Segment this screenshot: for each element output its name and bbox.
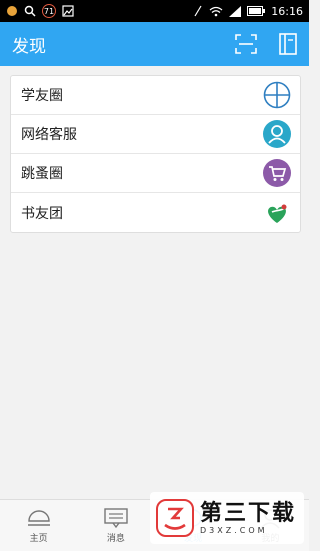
tab-messages[interactable]: 消息: [77, 500, 154, 551]
discover-list: 学友圈 网络客服 跳蚤圈 书友团: [10, 75, 301, 233]
home-icon: [27, 510, 50, 526]
list-item-label: 跳蚤圈: [21, 166, 63, 182]
battery-icon: [247, 6, 266, 16]
tab-home[interactable]: 主页: [0, 500, 77, 551]
squirrel-notification-icon: [7, 6, 17, 16]
list-item-flea-market[interactable]: 跳蚤圈: [11, 154, 300, 193]
watermark-title: 第三下载: [200, 500, 297, 526]
app-bar: 发现: [0, 22, 309, 66]
search-icon: [24, 5, 36, 17]
list-item-label: 网络客服: [21, 127, 77, 143]
wifi-icon: [209, 6, 223, 16]
image-icon: [62, 5, 74, 17]
watermark: 第三下载 D3XZ.COM: [150, 492, 304, 544]
list-item-study-circle[interactable]: 学友圈: [11, 76, 300, 115]
scan-icon[interactable]: [235, 34, 257, 54]
globe-icon: [262, 80, 292, 110]
message-icon: [104, 508, 128, 529]
address-book-icon[interactable]: [279, 33, 297, 55]
vibrate-icon: [194, 5, 202, 17]
list-item-label: 学友圈: [21, 88, 63, 104]
tab-messages-label: 消息: [106, 534, 125, 544]
signal-icon: [229, 5, 242, 17]
list-item-label: 书友团: [21, 205, 63, 222]
status-bar: 71 16:16: [0, 0, 309, 22]
download-logo-icon: [156, 499, 194, 537]
page-title: 发现: [12, 36, 46, 57]
status-time: 16:16: [271, 4, 303, 18]
list-item-customer-service[interactable]: 网络客服: [11, 115, 300, 154]
notification-badge: 71: [42, 4, 56, 18]
heart-leaf-icon: [262, 198, 292, 228]
watermark-subtitle: D3XZ.COM: [200, 525, 268, 535]
list-item-book-club[interactable]: 书友团: [11, 193, 300, 232]
cart-icon: [262, 158, 292, 188]
tab-home-label: 主页: [29, 534, 48, 544]
person-icon: [262, 119, 292, 149]
